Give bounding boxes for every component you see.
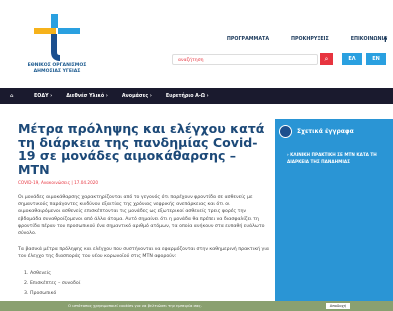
main-navbar: ⌂ ΕΟΔΥ › Διεθνέσ Υλικό › Ανομάσες › Ευρε… bbox=[0, 88, 393, 104]
eody-logo-icon[interactable] bbox=[30, 12, 80, 62]
list-item: 2. Επισκέπτες – συνοδοί bbox=[24, 280, 81, 286]
site-header: ΕΘΝΙΚΟΣ ΟΡΓΑΝΙΣΜΟΣ ΔΗΜΟΣΙΑΣ ΥΓΕΙΑΣ ΠΡΟΓΡ… bbox=[0, 0, 393, 84]
article: Μέτρα πρόληψης και ελέγχου κατά τη διάρκ… bbox=[18, 122, 270, 299]
facebook-icon[interactable]: f bbox=[384, 36, 387, 44]
sidebar-title: Σχετικά έγγραφα bbox=[297, 128, 354, 135]
search-icon: ⌕ bbox=[324, 55, 329, 63]
nav-programs[interactable]: ΠΡΟΓΡΑΜΜΑΤΑ bbox=[227, 37, 269, 42]
top-nav: ΠΡΟΓΡΑΜΜΑΤΑ ΠΡΟΚΗΡΥΞΕΙΣ ΕΠΙΚΟΙΝΩΝΙΑ bbox=[205, 37, 387, 42]
page-content: Μέτρα πρόληψης και ελέγχου κατά τη διάρκ… bbox=[0, 104, 393, 311]
cookie-banner: Ο ιστότοπος χρησιμοποιεί cookies για να … bbox=[0, 301, 393, 311]
page-title: Μέτρα πρόληψης και ελέγχου κατά τη διάρκ… bbox=[18, 121, 265, 177]
lang-en-button[interactable]: EN bbox=[366, 53, 386, 65]
nav-contact[interactable]: ΕΠΙΚΟΙΝΩΝΙΑ bbox=[351, 37, 387, 42]
article-paragraph-1: Οι μονάδες αιμοκάθαρσης χαρακτηρίζονται … bbox=[18, 195, 265, 237]
list-item: 3. Προσωπικό bbox=[24, 290, 57, 296]
lang-el-button[interactable]: ΕΛ bbox=[342, 53, 362, 65]
nav-item-eody[interactable]: ΕΟΔΥ › bbox=[34, 94, 52, 99]
related-doc-link[interactable]: › ΚΛΙΝΙΚΗ ΠΡΑΚΤΙΚΗ ΣΕ ΜΤΝ ΚΑΤΑ ΤΗ ΔΙΑΡΚΕ… bbox=[287, 152, 387, 165]
list-item: 1. Ασθενείς bbox=[24, 270, 52, 276]
article-meta[interactable]: COVID-19, Ανακοινώσεις | 17.04.2020 bbox=[18, 180, 270, 185]
document-icon bbox=[279, 125, 292, 138]
home-icon[interactable]: ⌂ bbox=[10, 94, 20, 99]
related-docs-sidebar: Σχετικά έγγραφα › ΚΛΙΝΙΚΗ ΠΡΑΚΤΙΚΗ ΣΕ ΜΤ… bbox=[275, 119, 393, 311]
search-input[interactable]: αναζήτηση bbox=[172, 54, 318, 65]
cookie-accept-button[interactable]: Αποδοχή bbox=[326, 303, 350, 309]
org-name: ΕΘΝΙΚΟΣ ΟΡΓΑΝΙΣΜΟΣ ΔΗΜΟΣΙΑΣ ΥΓΕΙΑΣ bbox=[14, 63, 100, 75]
cookie-text: Ο ιστότοπος χρησιμοποιεί cookies για να … bbox=[68, 303, 202, 308]
org-name-line2: ΔΗΜΟΣΙΑΣ ΥΓΕΙΑΣ bbox=[33, 69, 81, 74]
nav-item-intl[interactable]: Διεθνέσ Υλικό › bbox=[66, 94, 108, 99]
nav-item-index[interactable]: Ευρετήριο Α-Ω › bbox=[166, 94, 209, 99]
nav-item-diseases[interactable]: Ανομάσες › bbox=[122, 94, 152, 99]
article-list: 1. Ασθενείς 2. Επισκέπτες – συνοδοί 3. Π… bbox=[18, 269, 270, 299]
search-button[interactable]: ⌕ bbox=[320, 53, 333, 65]
nav-announcements[interactable]: ΠΡΟΚΗΡΥΞΕΙΣ bbox=[291, 37, 329, 42]
article-paragraph-2: Τα βασικά μέτρα πρόληψης και ελέγχου που… bbox=[18, 247, 270, 260]
